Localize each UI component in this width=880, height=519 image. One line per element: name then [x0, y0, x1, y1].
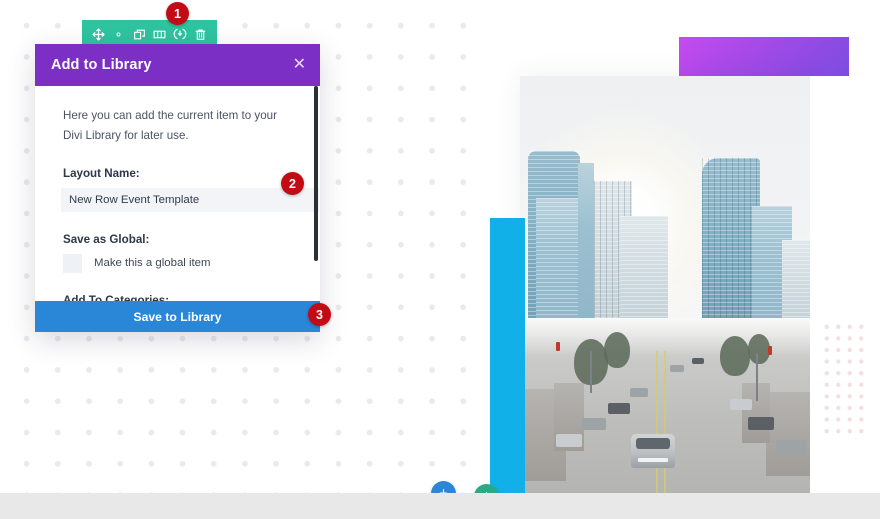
close-icon[interactable]: ✕ — [293, 57, 306, 73]
global-item-checkbox-row[interactable]: Make this a global item — [63, 253, 298, 273]
photo-car — [556, 434, 582, 448]
photo-car — [630, 388, 648, 398]
modal-header: Add to Library ✕ — [35, 44, 320, 86]
photo-car — [776, 440, 806, 456]
layout-name-label: Layout Name: — [63, 166, 140, 180]
divi-visual-builder-canvas: Add to Library ✕ Here you can add the cu… — [0, 0, 880, 519]
annotation-badge-2: 2 — [281, 172, 304, 195]
columns-icon[interactable] — [152, 27, 167, 42]
save-to-library-button[interactable]: Save to Library — [35, 301, 320, 332]
photo-foreground-car — [631, 433, 676, 468]
photo-building — [620, 216, 668, 327]
photo-tree — [720, 336, 750, 377]
modal-body: Here you can add the current item to you… — [35, 86, 320, 301]
photo-building — [782, 240, 810, 327]
photo-building — [578, 163, 594, 327]
photo-car — [582, 418, 606, 431]
photo-streetside-building — [766, 392, 810, 477]
modal-description: Here you can add the current item to you… — [63, 109, 277, 143]
add-to-categories-label: Add To Categories: — [63, 293, 170, 301]
duplicate-icon[interactable] — [132, 27, 147, 42]
photo-pole — [590, 350, 592, 393]
photo-car — [730, 398, 752, 410]
save-to-library-button-label: Save to Library — [133, 309, 222, 324]
photo-pole — [756, 353, 758, 402]
trash-icon[interactable] — [193, 27, 208, 42]
photo-traffic-signal — [556, 342, 560, 352]
annotation-badge-1: 1 — [166, 2, 189, 25]
modal-scrollbar[interactable] — [314, 86, 318, 261]
photo-traffic-signal — [768, 346, 772, 356]
global-item-checkbox[interactable] — [63, 253, 82, 273]
save-as-global-label: Save as Global: — [63, 232, 150, 246]
photo-car — [748, 417, 774, 431]
city-photo[interactable] — [520, 76, 810, 493]
save-to-library-icon[interactable] — [173, 27, 188, 42]
add-to-library-modal: Add to Library ✕ Here you can add the cu… — [35, 44, 320, 332]
photo-lane-marking — [663, 351, 666, 493]
photo-lane-marking — [656, 351, 659, 493]
annotation-badge-3: 3 — [308, 303, 331, 326]
move-icon[interactable] — [91, 27, 106, 42]
photo-tree — [604, 331, 630, 368]
page-title: Add to Library — [51, 57, 152, 73]
global-item-checkbox-label: Make this a global item — [94, 257, 211, 270]
photo-car — [670, 365, 684, 373]
photo-car — [692, 357, 704, 364]
photo-right-fade — [810, 76, 864, 493]
photo-tree — [748, 333, 770, 364]
cyan-accent-block — [490, 218, 525, 493]
photo-car — [608, 402, 630, 414]
layout-name-input[interactable] — [61, 187, 319, 212]
gear-icon[interactable] — [111, 27, 126, 42]
page-footer-bar — [0, 493, 880, 519]
